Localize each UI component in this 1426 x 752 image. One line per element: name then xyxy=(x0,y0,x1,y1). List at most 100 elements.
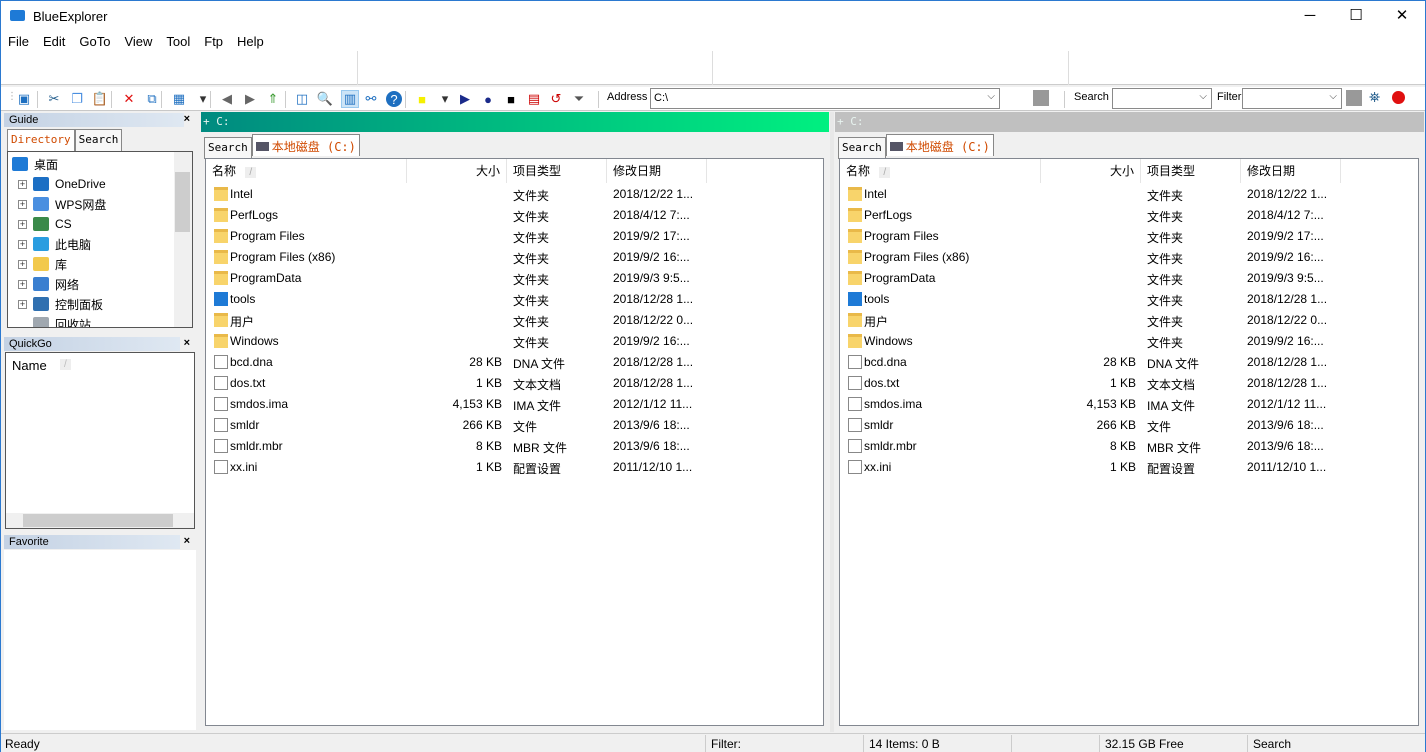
tree-item[interactable]: + 控制面板 xyxy=(18,294,103,314)
file-row[interactable]: PerfLogs 文件夹 2018/4/12 7:... xyxy=(840,205,1418,226)
match-case-icon[interactable] xyxy=(1346,90,1362,106)
tree-item[interactable]: + 网络 xyxy=(18,274,79,294)
close-button[interactable]: ✕ xyxy=(1379,1,1425,31)
file-row[interactable]: 用户 文件夹 2018/12/22 0... xyxy=(206,310,823,331)
save-icon[interactable]: ▣ xyxy=(15,90,33,108)
file-row[interactable]: smldr 266 KB 文件 2013/9/6 18:... xyxy=(840,415,1418,436)
expand-icon[interactable]: + xyxy=(18,179,27,189)
match-case-icon[interactable] xyxy=(1033,90,1049,106)
network-icon[interactable]: ⚯ xyxy=(362,90,380,108)
file-row[interactable]: smldr 266 KB 文件 2013/9/6 18:... xyxy=(206,415,823,436)
menu-ftp[interactable]: Ftp xyxy=(197,31,230,49)
record-icon[interactable]: ● xyxy=(479,90,497,108)
scroll-thumb[interactable] xyxy=(23,514,173,527)
menu-edit[interactable]: Edit xyxy=(36,31,72,49)
file-row[interactable]: tools 文件夹 2018/12/28 1... xyxy=(840,289,1418,310)
scroll-thumb[interactable] xyxy=(175,172,190,232)
pane-tab-drive[interactable]: 本地磁盘 (C:) xyxy=(885,134,994,156)
expand-icon[interactable]: + xyxy=(18,299,27,309)
file-row[interactable]: Windows 文件夹 2019/9/2 16:... xyxy=(206,331,823,352)
move-icon[interactable]: ⧉ xyxy=(143,90,161,108)
file-row[interactable]: smldr.mbr 8 KB MBR 文件 2013/9/6 18:... xyxy=(206,436,823,457)
tab-search[interactable]: Search xyxy=(74,129,123,151)
file-row[interactable]: smdos.ima 4,153 KB IMA 文件 2012/1/12 11..… xyxy=(840,394,1418,415)
column-date[interactable]: 修改日期 xyxy=(1241,159,1341,183)
file-row[interactable]: dos.txt 1 KB 文本文档 2018/12/28 1... xyxy=(840,373,1418,394)
file-row[interactable]: ProgramData 文件夹 2019/9/3 9:5... xyxy=(206,268,823,289)
binoculars-icon[interactable]: ⛯ xyxy=(1369,89,1380,106)
expand-icon[interactable]: + xyxy=(18,259,27,269)
file-row[interactable]: xx.ini 1 KB 配置设置 2011/12/10 1... xyxy=(206,457,823,478)
file-row[interactable]: Windows 文件夹 2019/9/2 16:... xyxy=(840,331,1418,352)
tree-scrollbar[interactable] xyxy=(174,152,192,327)
file-row[interactable]: PerfLogs 文件夹 2018/4/12 7:... xyxy=(206,205,823,226)
tree-item[interactable]: + CS xyxy=(18,214,72,234)
file-row[interactable]: Program Files 文件夹 2019/9/2 17:... xyxy=(206,226,823,247)
panel-icon[interactable]: ▥ xyxy=(341,90,359,108)
address-input[interactable]: C:\ ⌵ xyxy=(650,88,1000,109)
find-icon[interactable]: 🔍 xyxy=(316,90,334,108)
menu-help[interactable]: Help xyxy=(230,31,271,49)
menu-view[interactable]: View xyxy=(117,31,159,49)
pane-path-header[interactable]: + C: xyxy=(201,112,829,132)
file-row[interactable]: bcd.dna 28 KB DNA 文件 2018/12/28 1... xyxy=(840,352,1418,373)
column-date[interactable]: 修改日期 xyxy=(607,159,707,183)
expand-icon[interactable]: + xyxy=(18,199,27,209)
guide-close-button[interactable]: × xyxy=(184,113,190,125)
delete-icon[interactable]: ✕ xyxy=(120,90,138,108)
cut-icon[interactable]: ✂ xyxy=(45,90,63,108)
file-row[interactable]: Intel 文件夹 2018/12/22 1... xyxy=(840,184,1418,205)
file-row[interactable]: smdos.ima 4,153 KB IMA 文件 2012/1/12 11..… xyxy=(206,394,823,415)
stop-search-icon[interactable] xyxy=(1392,91,1405,104)
new-list-icon[interactable]: ▤ xyxy=(525,90,543,108)
menu-goto[interactable]: GoTo xyxy=(72,31,117,49)
file-row[interactable]: 用户 文件夹 2018/12/22 0... xyxy=(840,310,1418,331)
paste-icon[interactable]: 📋 xyxy=(91,90,109,108)
filter-icon[interactable]: ⏷ xyxy=(570,90,588,108)
undo-list-icon[interactable]: ↺ xyxy=(547,90,565,108)
tab-directory[interactable]: Directory xyxy=(7,129,75,151)
chevron-down-icon[interactable]: ⌵ xyxy=(987,91,995,102)
pane-tab-search[interactable]: Search xyxy=(838,137,886,159)
quickgo-hscrollbar[interactable] xyxy=(6,513,194,528)
menu-tool[interactable]: Tool xyxy=(159,31,197,49)
split-view-icon[interactable]: ◫ xyxy=(293,90,311,108)
chevron-down-icon[interactable]: ⌵ xyxy=(1329,91,1337,102)
yellow-square-icon[interactable]: ■ xyxy=(413,90,431,108)
pane-path-header[interactable]: + C: xyxy=(835,112,1424,132)
column-type[interactable]: 项目类型 xyxy=(1141,159,1241,183)
up-folder-icon[interactable]: ⇑ xyxy=(264,90,282,108)
file-row[interactable]: Program Files 文件夹 2019/9/2 17:... xyxy=(840,226,1418,247)
tree-item[interactable]: + WPS网盘 xyxy=(18,194,106,214)
file-row[interactable]: xx.ini 1 KB 配置设置 2011/12/10 1... xyxy=(840,457,1418,478)
expand-icon[interactable]: + xyxy=(18,279,27,289)
file-row[interactable]: Program Files (x86) 文件夹 2019/9/2 16:... xyxy=(206,247,823,268)
help-icon[interactable]: ? xyxy=(385,90,403,108)
tree-item[interactable]: + OneDrive xyxy=(18,174,106,194)
search-input[interactable]: ⌵ xyxy=(1112,88,1212,109)
expand-icon[interactable]: + xyxy=(18,239,27,249)
column-size[interactable]: 大小 xyxy=(407,159,507,183)
menu-file[interactable]: File xyxy=(1,31,36,49)
pane-tab-drive[interactable]: 本地磁盘 (C:) xyxy=(251,134,360,156)
file-row[interactable]: Program Files (x86) 文件夹 2019/9/2 16:... xyxy=(840,247,1418,268)
filter-input[interactable]: ⌵ xyxy=(1242,88,1342,109)
file-row[interactable]: Intel 文件夹 2018/12/22 1... xyxy=(206,184,823,205)
file-row[interactable]: smldr.mbr 8 KB MBR 文件 2013/9/6 18:... xyxy=(840,436,1418,457)
tree-item[interactable]: 桌面 xyxy=(12,154,58,174)
dropdown-icon[interactable]: ▾ xyxy=(436,90,454,108)
maximize-button[interactable]: ☐ xyxy=(1333,1,1379,31)
column-name[interactable]: 名称 / xyxy=(206,159,407,183)
column-size[interactable]: 大小 xyxy=(1041,159,1141,183)
tree-item[interactable]: + 库 xyxy=(18,254,67,274)
column-name[interactable]: 名称 / xyxy=(840,159,1041,183)
file-row[interactable]: dos.txt 1 KB 文本文档 2018/12/28 1... xyxy=(206,373,823,394)
minimize-button[interactable]: ─ xyxy=(1287,1,1333,31)
pane-tab-search[interactable]: Search xyxy=(204,137,252,159)
expand-icon[interactable]: + xyxy=(18,219,27,229)
copy-icon[interactable]: ❐ xyxy=(68,90,86,108)
play-icon[interactable]: ▶ xyxy=(456,90,474,108)
column-type[interactable]: 项目类型 xyxy=(507,159,607,183)
file-row[interactable]: ProgramData 文件夹 2019/9/3 9:5... xyxy=(840,268,1418,289)
tree-item[interactable]: 回收站 xyxy=(18,314,91,327)
